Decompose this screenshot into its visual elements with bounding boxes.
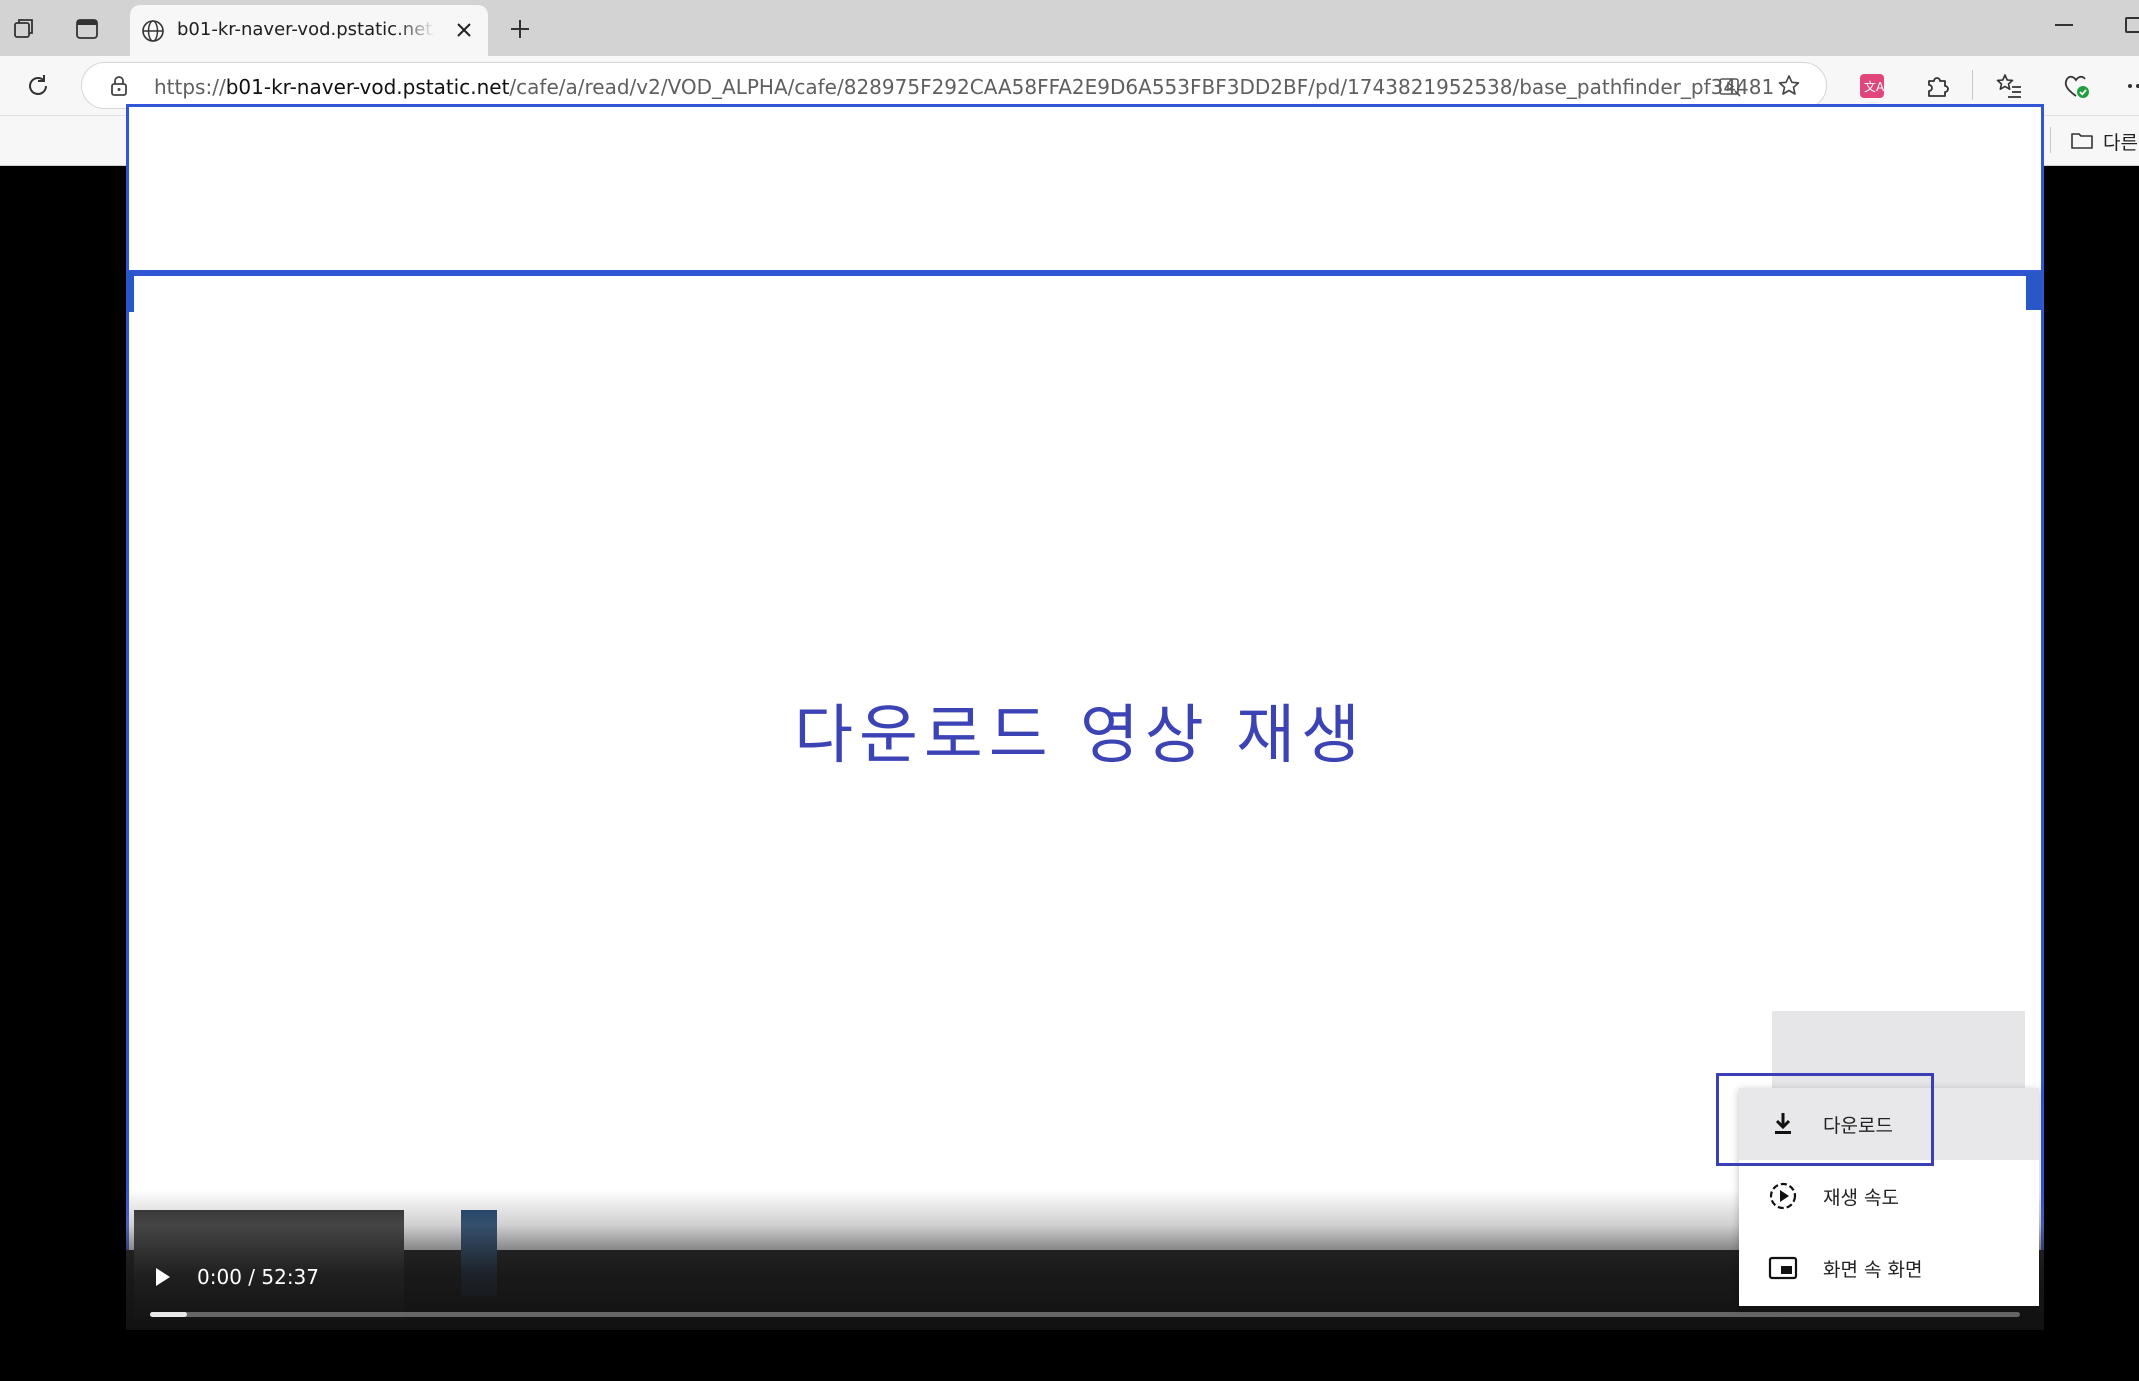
- address-bar[interactable]: https://b01-kr-naver-vod.pstatic.net/caf…: [81, 62, 1827, 109]
- time-display: 0:00 / 52:37: [197, 1265, 320, 1289]
- svg-text:文A: 文A: [1864, 79, 1885, 94]
- favorite-star-icon[interactable]: [1775, 72, 1803, 100]
- menu-item-label: 화면 속 화면: [1823, 1259, 1923, 1281]
- vertical-tabs-icon[interactable]: [72, 14, 102, 44]
- tab-title: b01-kr-naver-vod.pstatic.net/cafe/a/read…: [177, 19, 435, 40]
- close-tab-icon[interactable]: [452, 18, 476, 42]
- menu-item-playback-speed[interactable]: 재생 속도: [1739, 1160, 2039, 1232]
- url-text[interactable]: https://b01-kr-naver-vod.pstatic.net/caf…: [154, 75, 1774, 99]
- reload-icon[interactable]: [22, 70, 54, 102]
- video-headline: 다운로드 영상 재생: [794, 699, 1366, 773]
- translator-extension-icon[interactable]: 文A: [1856, 70, 1888, 102]
- globe-icon: [138, 16, 168, 46]
- play-icon[interactable]: [150, 1265, 174, 1289]
- video-content: 다운로드 영상 재생: [134, 276, 2026, 1210]
- video-frame-corner: [126, 272, 134, 312]
- toolbar-separator: [1972, 70, 1973, 100]
- lock-icon[interactable]: [108, 75, 130, 97]
- picture-in-picture-icon: [1767, 1252, 1799, 1284]
- url-host: b01-kr-naver-vod.pstatic.net: [225, 75, 510, 99]
- menu-item-picture-in-picture[interactable]: 화면 속 화면: [1739, 1232, 2039, 1304]
- favorites-list-icon[interactable]: [1993, 70, 2025, 102]
- browser-essentials-icon[interactable]: [2060, 70, 2092, 102]
- download-highlight-box: [1716, 1073, 1934, 1166]
- tab-strip: b01-kr-naver-vod.pstatic.net/cafe/a/read…: [0, 0, 2139, 56]
- progress-fill: [150, 1312, 188, 1317]
- extensions-puzzle-icon[interactable]: [1921, 70, 1953, 102]
- active-tab[interactable]: b01-kr-naver-vod.pstatic.net/cafe/a/read…: [130, 5, 488, 56]
- new-tab-icon[interactable]: [505, 14, 535, 44]
- minimize-window-icon[interactable]: [2055, 24, 2073, 26]
- video-frame-corner: [2025, 272, 2042, 310]
- bookmarks-separator: [2050, 127, 2051, 153]
- url-scheme: https://: [154, 75, 226, 99]
- playback-speed-icon: [1767, 1180, 1799, 1212]
- menu-item-label: 재생 속도: [1823, 1187, 1899, 1209]
- folder-icon[interactable]: [2069, 127, 2095, 153]
- app-available-icon[interactable]: [1717, 74, 1743, 100]
- other-favorites-label[interactable]: 다른: [2103, 128, 2138, 155]
- more-options-icon[interactable]: [2124, 70, 2139, 102]
- url-path: /cafe/a/read/v2/VOD_ALPHA/cafe/828975F29…: [509, 75, 1774, 99]
- workspaces-icon[interactable]: [9, 14, 39, 44]
- progress-bar[interactable]: [150, 1312, 2020, 1317]
- maximize-window-icon[interactable]: [2125, 17, 2139, 33]
